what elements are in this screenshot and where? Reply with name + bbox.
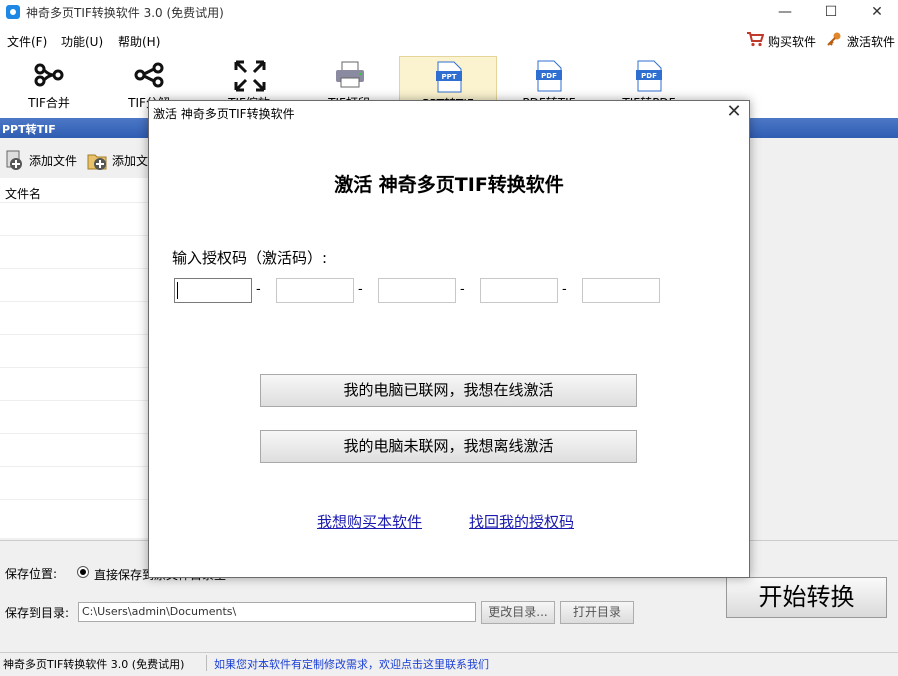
resize-icon <box>234 60 266 92</box>
column-header-filename: 文件名 <box>5 187 42 201</box>
license-code-field-4[interactable] <box>480 278 558 303</box>
add-file-icon[interactable] <box>4 149 24 171</box>
dialog-close-button[interactable]: ✕ <box>724 102 744 122</box>
code-separator: - <box>460 282 465 297</box>
list-row-divider <box>0 400 150 401</box>
open-dir-button[interactable]: 打开目录 <box>560 601 634 624</box>
list-row-divider <box>0 235 150 236</box>
offline-activate-button[interactable]: 我的电脑未联网，我想离线激活 <box>260 430 637 463</box>
add-folder-icon[interactable] <box>87 149 107 171</box>
code-separator: - <box>562 282 567 297</box>
window-title: 神奇多页TIF转换软件 3.0 (免费试用) <box>26 6 224 20</box>
buy-software-link[interactable]: 我想购买本软件 <box>317 511 422 532</box>
dialog-title: 激活 神奇多页TIF转换软件 <box>153 107 295 121</box>
status-app-name: 神奇多页TIF转换软件 3.0 (免费试用) <box>3 658 185 671</box>
minimize-button[interactable]: — <box>762 0 808 26</box>
license-code-prompt: 输入授权码（激活码）: <box>172 249 328 267</box>
code-separator: - <box>358 282 363 297</box>
list-row-divider <box>0 433 150 434</box>
list-row-divider <box>0 499 150 500</box>
save-dir-label: 保存到目录: <box>5 606 70 620</box>
radio-save-direct[interactable] <box>77 566 89 578</box>
license-code-field-1[interactable] <box>174 278 252 303</box>
list-row-divider <box>0 466 150 467</box>
close-button[interactable]: ✕ <box>854 0 898 26</box>
online-activate-button[interactable]: 我的电脑已联网，我想在线激活 <box>260 374 637 407</box>
section-title: PPT转TIF <box>2 123 56 136</box>
pdf-file-icon: PDF <box>636 60 662 92</box>
status-separator <box>206 655 207 671</box>
buy-software-button[interactable]: 购买软件 <box>768 33 816 50</box>
file-list[interactable] <box>0 178 150 538</box>
save-dir-input[interactable]: C:\Users\admin\Documents\ <box>78 602 476 622</box>
start-convert-button[interactable]: 开始转换 <box>726 577 887 618</box>
ppt-file-icon: PPT <box>436 61 462 93</box>
svg-text:PPT: PPT <box>441 73 456 81</box>
list-row-divider <box>0 301 150 302</box>
app-icon <box>6 5 20 19</box>
code-separator: - <box>256 282 261 297</box>
activate-software-button[interactable]: 激活软件 <box>847 33 895 50</box>
svg-text:PDF: PDF <box>641 72 657 80</box>
menu-file[interactable]: 文件(F) <box>7 33 47 50</box>
list-row-divider <box>0 334 150 335</box>
license-code-field-2[interactable] <box>276 278 354 303</box>
add-folder-button[interactable]: 添加文件夹 <box>112 152 148 169</box>
tool-label: TIF合并 <box>28 96 70 110</box>
menu-help[interactable]: 帮助(H) <box>118 33 160 50</box>
menu-function[interactable]: 功能(U) <box>61 33 103 50</box>
save-location-label: 保存位置: <box>5 567 58 581</box>
change-dir-button[interactable]: 更改目录... <box>481 601 555 624</box>
contact-link[interactable]: 如果您对本软件有定制修改需求，欢迎点击这里联系我们 <box>214 656 489 672</box>
printer-icon <box>336 61 364 88</box>
merge-icon <box>34 63 64 87</box>
list-row-divider <box>0 202 150 203</box>
tool-tif-merge[interactable]: TIF合并 <box>0 56 98 116</box>
license-code-field-3[interactable] <box>378 278 456 303</box>
shopping-cart-icon[interactable] <box>746 31 764 47</box>
maximize-button[interactable]: ☐ <box>808 0 854 26</box>
svg-text:PDF: PDF <box>541 72 557 80</box>
dialog-heading: 激活 神奇多页TIF转换软件 <box>334 174 564 196</box>
split-icon <box>134 62 164 88</box>
key-icon[interactable] <box>826 31 842 47</box>
license-code-field-5[interactable] <box>582 278 660 303</box>
pdf-file-icon: PDF <box>536 60 562 92</box>
list-row-divider <box>0 268 150 269</box>
list-row-divider <box>0 367 150 368</box>
add-file-button[interactable]: 添加文件 <box>29 152 77 169</box>
recover-license-link[interactable]: 找回我的授权码 <box>469 511 574 532</box>
text-caret <box>177 282 178 299</box>
